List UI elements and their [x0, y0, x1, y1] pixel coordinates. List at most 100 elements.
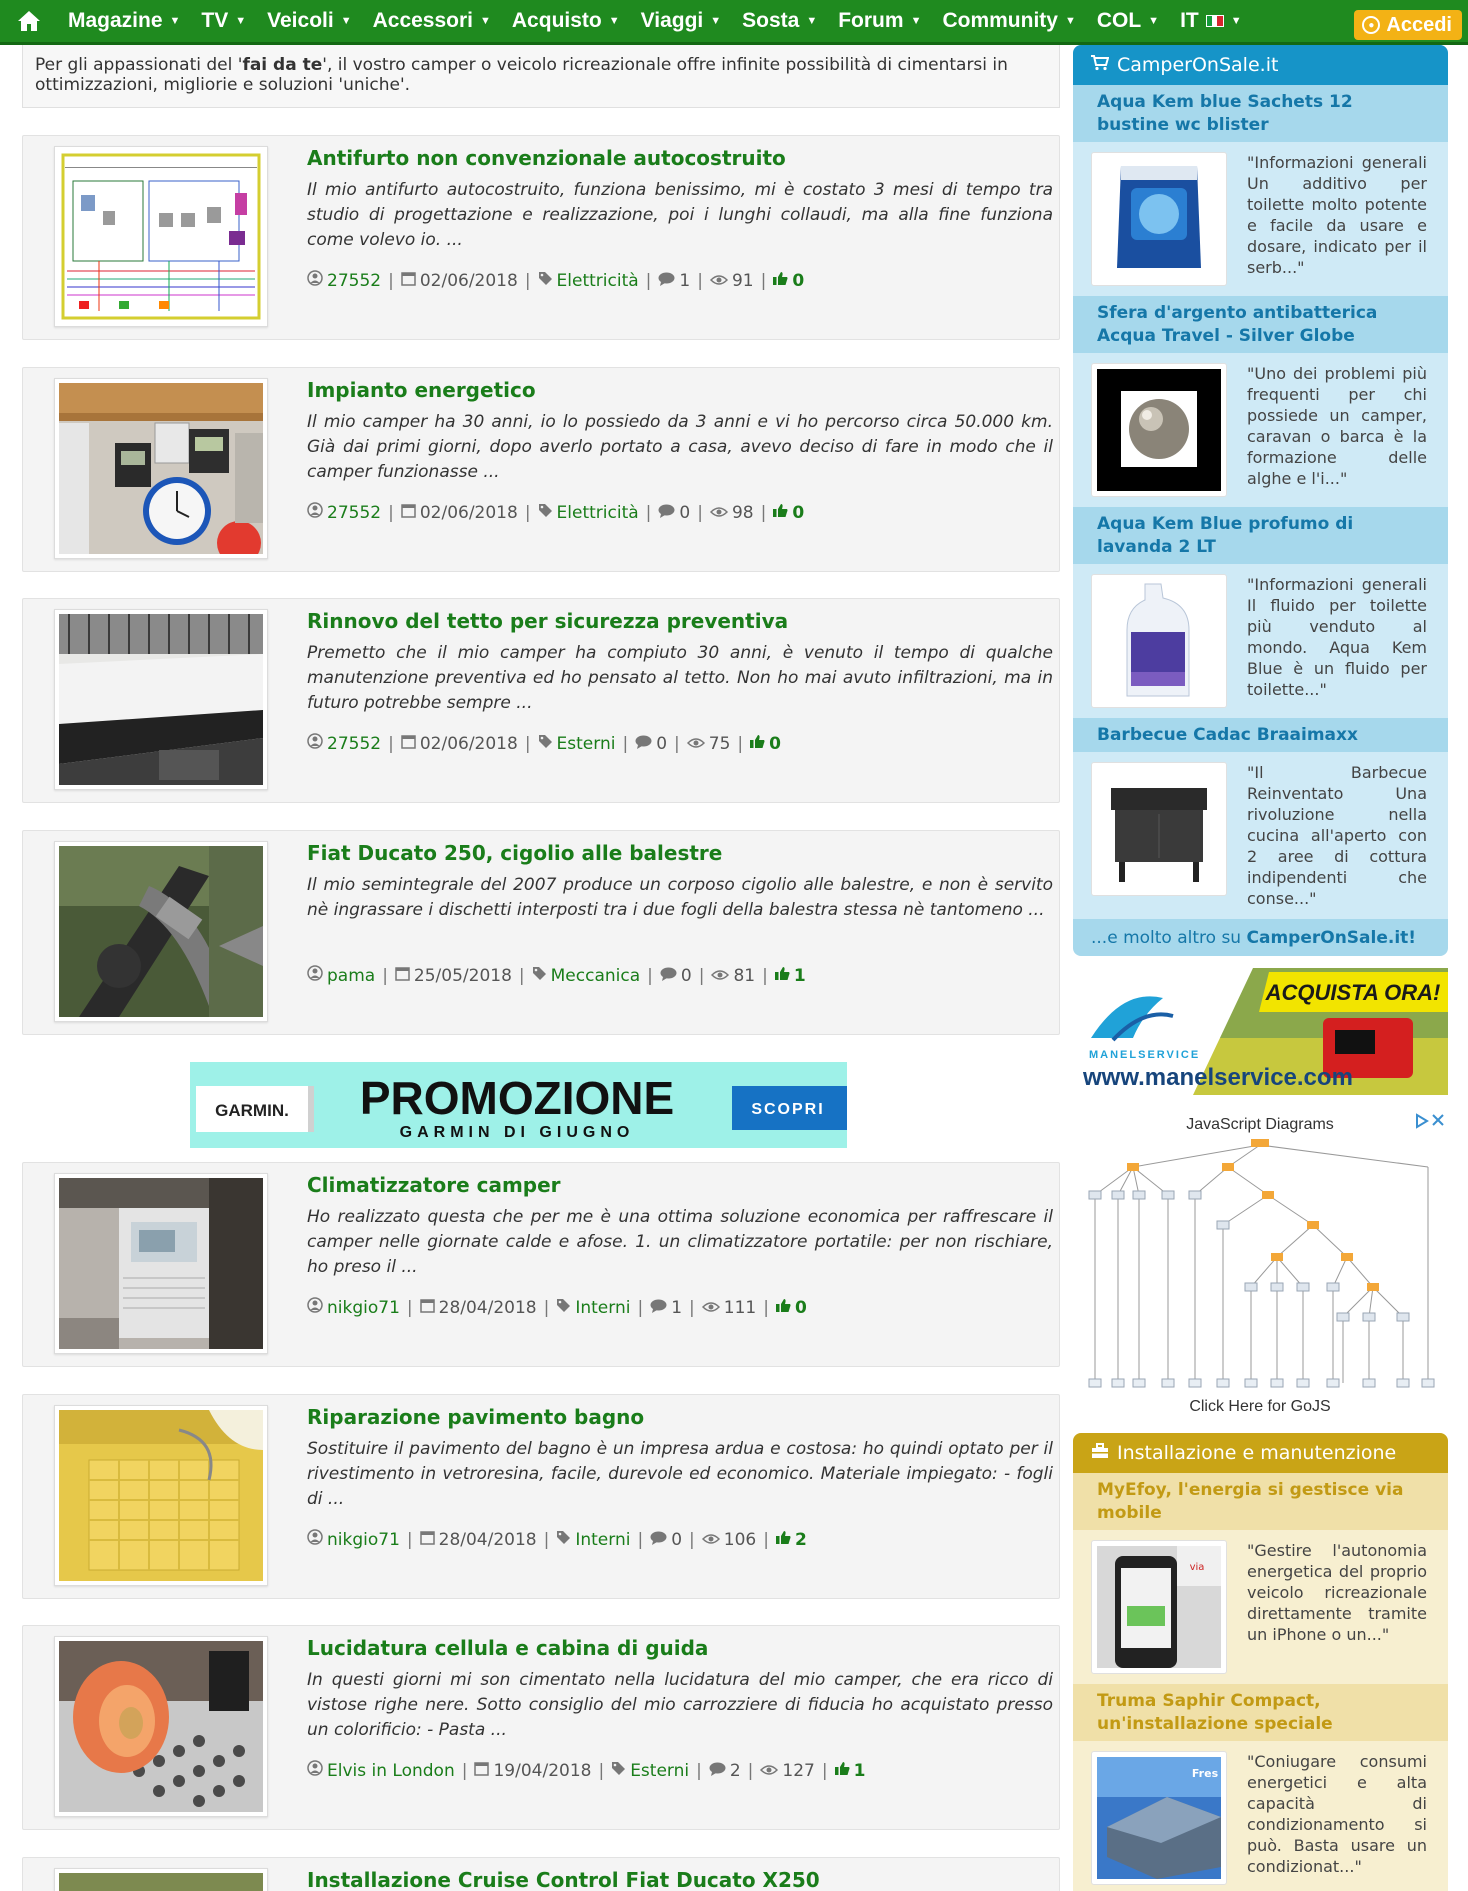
eye-icon	[760, 1761, 779, 1781]
article-thumbnail[interactable]	[54, 1405, 268, 1586]
nav-magazine[interactable]: Magazine ▼	[58, 0, 191, 44]
article-card: Climatizzatore camper Ho realizzato ques…	[22, 1162, 1060, 1367]
toolbox-icon	[1091, 1442, 1109, 1464]
article-title[interactable]: Riparazione pavimento bagno	[307, 1405, 644, 1429]
installazione-panel: Installazione e manutenzione MyEfoy, l'e…	[1073, 1433, 1448, 1891]
article-category[interactable]: Elettricità	[557, 503, 639, 523]
article-excerpt: Il mio antifurto autocostruito, funziona…	[307, 180, 1053, 250]
article-category[interactable]: Elettricità	[557, 271, 639, 291]
product-title[interactable]: Barbecue Cadac Braaimaxx	[1073, 718, 1448, 752]
product-description: "Uno dei problemi più frequenti per chi …	[1247, 364, 1427, 488]
article-author[interactable]: 27552	[327, 734, 381, 754]
article-category[interactable]: Interni	[575, 1298, 630, 1318]
article-views: 111	[723, 1297, 757, 1318]
svg-text:via: via	[1190, 1562, 1205, 1573]
product-image[interactable]	[1091, 363, 1227, 497]
article-title[interactable]: Truma Saphir Compact, un'installazione s…	[1073, 1684, 1448, 1741]
article-author[interactable]: nikgio71	[327, 1530, 400, 1550]
manelservice-ad[interactable]: MANELSERVICE ACQUISTA ORA! www.manelserv…	[1073, 968, 1448, 1095]
article-category[interactable]: Esterni	[630, 1761, 689, 1781]
article-category[interactable]: Esterni	[557, 734, 616, 754]
gojs-ad[interactable]: JavaScript Diagrams Click Here for GoJS	[1073, 1107, 1448, 1422]
article-category[interactable]: Meccanica	[551, 966, 641, 986]
product-title[interactable]: Aqua Kem blue Sachets 12 bustine wc blis…	[1073, 85, 1448, 142]
product-image[interactable]	[1091, 152, 1227, 286]
article-title[interactable]: Rinnovo del tetto per sicurezza preventi…	[307, 609, 788, 633]
chevron-down-icon: ▼	[169, 15, 181, 27]
thumbs-up-icon[interactable]	[834, 1761, 850, 1781]
article-thumbnail[interactable]	[54, 609, 268, 790]
article-excerpt: In questi giorni mi son cimentato nella …	[307, 1670, 1053, 1740]
product-title[interactable]: Sfera d'argento antibatterica Acqua Trav…	[1073, 296, 1448, 353]
thumbs-up-icon[interactable]	[773, 271, 788, 291]
article-title[interactable]: MyEfoy, l'energia si gestisce via mobile	[1073, 1473, 1448, 1530]
calendar-icon	[401, 502, 416, 523]
article-category[interactable]: Interni	[575, 1530, 630, 1550]
article-comments: 0	[671, 1529, 683, 1550]
nav-col[interactable]: COL ▼	[1087, 0, 1170, 44]
article-author[interactable]: 27552	[327, 271, 381, 291]
article-title[interactable]: Lucidatura cellula e cabina di guida	[307, 1636, 708, 1660]
thumbs-up-icon[interactable]	[774, 966, 790, 986]
thumbs-up-icon[interactable]	[775, 1530, 791, 1550]
product-title[interactable]: Aqua Kem Blue profumo di lavanda 2 LT	[1073, 507, 1448, 564]
article-title[interactable]: Impianto energetico	[307, 378, 536, 402]
article-author[interactable]: Elvis in London	[327, 1761, 455, 1781]
banner-headline: PROMOZIONE	[360, 1072, 674, 1124]
calendar-icon	[419, 1529, 435, 1550]
garmin-promo-banner[interactable]: GARMIN. PROMOZIONE GARMIN DI GIUGNO SCOP…	[190, 1062, 847, 1148]
article-author[interactable]: pama	[327, 966, 375, 986]
nav-veicoli[interactable]: Veicoli ▼	[257, 0, 362, 44]
ad-cta: ACQUISTA ORA!	[1265, 980, 1441, 1005]
product-image[interactable]	[1091, 574, 1227, 708]
article-thumbnail[interactable]	[54, 1636, 268, 1817]
article-views: 106	[723, 1529, 757, 1550]
calendar-icon	[395, 965, 410, 986]
panel-header[interactable]: Installazione e manutenzione	[1073, 1433, 1448, 1473]
login-button[interactable]: ● Accedi	[1354, 10, 1462, 40]
thumbs-up-icon[interactable]	[773, 503, 788, 523]
nav-tv[interactable]: TV ▼	[191, 0, 257, 44]
eye-icon	[701, 1298, 720, 1318]
product-image[interactable]	[1091, 762, 1227, 896]
article-author[interactable]: nikgio71	[327, 1298, 400, 1318]
article-thumbnail[interactable]	[54, 146, 268, 327]
nav-sosta[interactable]: Sosta ▼	[732, 0, 828, 44]
article-excerpt: Premetto che il mio camper ha compiuto 3…	[307, 643, 1053, 713]
article-title[interactable]: Antifurto non convenzionale autocostruit…	[307, 146, 786, 170]
nav-language[interactable]: IT ▼	[1170, 0, 1253, 44]
nav-community[interactable]: Community ▼	[932, 0, 1086, 44]
article-title[interactable]: Installazione Cruise Control Fiat Ducato…	[307, 1868, 820, 1891]
article-thumbnail[interactable]	[54, 841, 268, 1022]
article-date: 19/04/2018	[493, 1760, 592, 1781]
article-thumbnail[interactable]	[54, 378, 268, 559]
product-description: "Il Barbecue Reinventato Una rivoluzione…	[1247, 763, 1427, 908]
nav-accessori[interactable]: Accessori ▼	[363, 0, 502, 44]
article-title[interactable]: Climatizzatore camper	[307, 1173, 561, 1197]
tag-icon	[556, 1530, 571, 1550]
article-thumbnail[interactable]	[54, 1173, 268, 1354]
eye-icon	[711, 966, 730, 986]
article-image[interactable]: via	[1091, 1540, 1227, 1674]
thumbs-up-icon[interactable]	[750, 734, 765, 754]
thumbs-up-icon[interactable]	[775, 1298, 791, 1318]
tag-icon	[538, 734, 553, 754]
eye-icon	[709, 271, 729, 291]
article-image[interactable]: Fres	[1091, 1751, 1227, 1885]
calendar-icon	[401, 270, 416, 291]
ad-url: www.manelservice.com	[1082, 1064, 1353, 1091]
italy-flag-icon	[1205, 15, 1224, 27]
nav-viaggi[interactable]: Viaggi ▼	[631, 0, 733, 44]
article-thumbnail[interactable]	[54, 1868, 268, 1891]
panel-header[interactable]: CamperOnSale.it	[1073, 45, 1448, 85]
home-icon[interactable]	[0, 0, 58, 44]
article-author[interactable]: 27552	[327, 503, 381, 523]
nav-forum[interactable]: Forum ▼	[828, 0, 932, 44]
camperonsale-link[interactable]: CamperOnSale.it!	[1247, 928, 1417, 948]
nav-acquisto[interactable]: Acquisto ▼	[502, 0, 631, 44]
article-title[interactable]: Fiat Ducato 250, cigolio alle balestre	[307, 841, 722, 865]
article-excerpt: Il mio semintegrale del 2007 produce un …	[307, 875, 1053, 920]
category-intro: Per gli appassionati del 'fai da te', il…	[22, 45, 1060, 108]
chevron-down-icon: ▼	[235, 15, 247, 27]
article-meta: 27552 | 02/06/2018 | Elettricità | 1 | 9…	[307, 270, 804, 291]
